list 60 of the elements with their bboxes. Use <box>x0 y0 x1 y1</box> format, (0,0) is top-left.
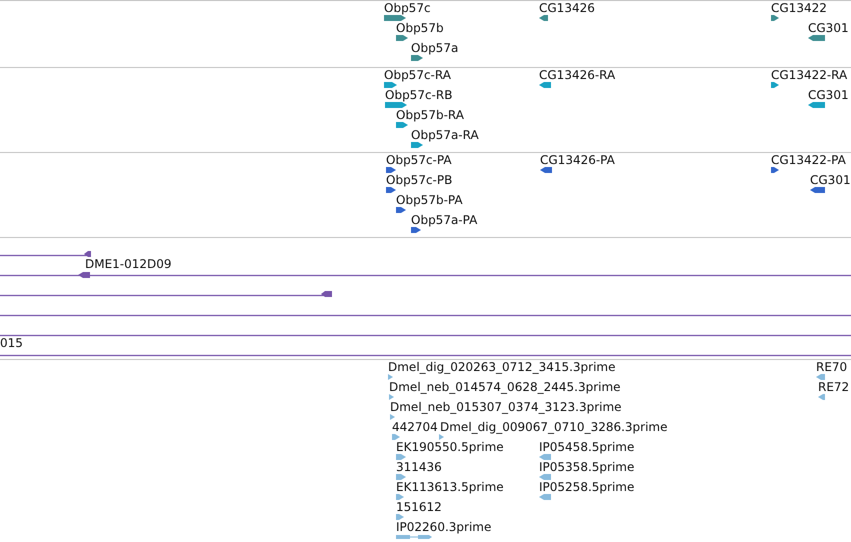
feature-label: Obp57c-RA <box>384 68 451 82</box>
feature-label: 015 <box>0 336 23 350</box>
feature-label: CG13422-PA <box>771 153 846 167</box>
feature-glyph[interactable] <box>78 272 90 278</box>
feature-label: IP02260.3prime <box>396 520 492 534</box>
feature-label: Obp57b-RA <box>396 108 464 122</box>
feature-label: RE72 <box>818 380 850 394</box>
feature-label: Dmel_neb_015307_0374_3123.3prime <box>390 400 622 414</box>
feature-label: Obp57c-PB <box>386 173 452 187</box>
feature-glyph[interactable] <box>539 15 548 21</box>
feature-label: Obp57a <box>411 41 458 55</box>
feature-label: Obp57a-PA <box>411 213 478 227</box>
feature-label: Dmel_dig_020263_0712_3415.3prime <box>388 360 616 374</box>
feature-glyph[interactable] <box>411 55 423 61</box>
feature-label: CG301 <box>808 88 849 102</box>
feature-label: CG13426 <box>539 1 595 15</box>
feature-glyph[interactable] <box>411 142 423 148</box>
feature-glyph[interactable] <box>808 102 825 108</box>
feature-label: RE70 <box>816 360 848 374</box>
feature-glyph[interactable] <box>385 102 407 108</box>
feature-glyph[interactable] <box>810 187 825 193</box>
feature-label: IP05258.5prime <box>539 480 634 494</box>
feature-glyph[interactable] <box>540 167 552 173</box>
feature-label: IP05358.5prime <box>539 460 634 474</box>
feature-glyph[interactable] <box>386 187 396 193</box>
feature-label: Obp57b-PA <box>396 193 463 207</box>
block-arrow-icon <box>321 291 332 297</box>
feature-label: Obp57c-RB <box>385 88 452 102</box>
feature-label: CG13422-RA <box>771 68 848 82</box>
feature-glyph[interactable] <box>771 82 779 88</box>
feature-label: Obp57a-RA <box>411 128 479 142</box>
feature-label: 442704 <box>392 420 438 434</box>
feature-glyph[interactable] <box>411 227 421 233</box>
feature-glyph[interactable] <box>384 15 406 21</box>
feature-glyph[interactable] <box>396 122 408 128</box>
feature-label: DME1-012D09 <box>85 257 172 271</box>
feature-glyph[interactable] <box>384 82 397 88</box>
feature-label: Dmel_dig_009067_0710_3286.3prime <box>440 420 668 434</box>
feature-glyph[interactable] <box>386 167 396 173</box>
feature-label: CG13426-RA <box>539 68 616 82</box>
feature-glyph[interactable] <box>539 82 551 88</box>
feature-glyph[interactable] <box>396 35 408 41</box>
feature-label: EK113613.5prime <box>396 480 504 494</box>
feature-glyph[interactable] <box>771 15 779 21</box>
feature-label: CG13426-PA <box>540 153 615 167</box>
feature-label: Dmel_neb_014574_0628_2445.3prime <box>389 380 621 394</box>
feature-label: 151612 <box>396 500 442 514</box>
feature-label: 311436 <box>396 460 442 474</box>
feature-label: CG301 <box>808 21 849 35</box>
feature-label: IP05458.5prime <box>539 440 634 454</box>
feature-glyph[interactable] <box>771 167 779 173</box>
feature-label: CG13422 <box>771 1 827 15</box>
feature-label: CG301 <box>810 173 851 187</box>
feature-label: Obp57c <box>384 1 431 15</box>
feature-glyph[interactable] <box>396 207 406 213</box>
feature-label: EK190550.5prime <box>396 440 504 454</box>
feature-label: Obp57b <box>396 21 444 35</box>
feature-glyph[interactable] <box>808 35 825 41</box>
feature-label: Obp57c-PA <box>386 153 452 167</box>
arrowhead-icon <box>84 251 91 257</box>
